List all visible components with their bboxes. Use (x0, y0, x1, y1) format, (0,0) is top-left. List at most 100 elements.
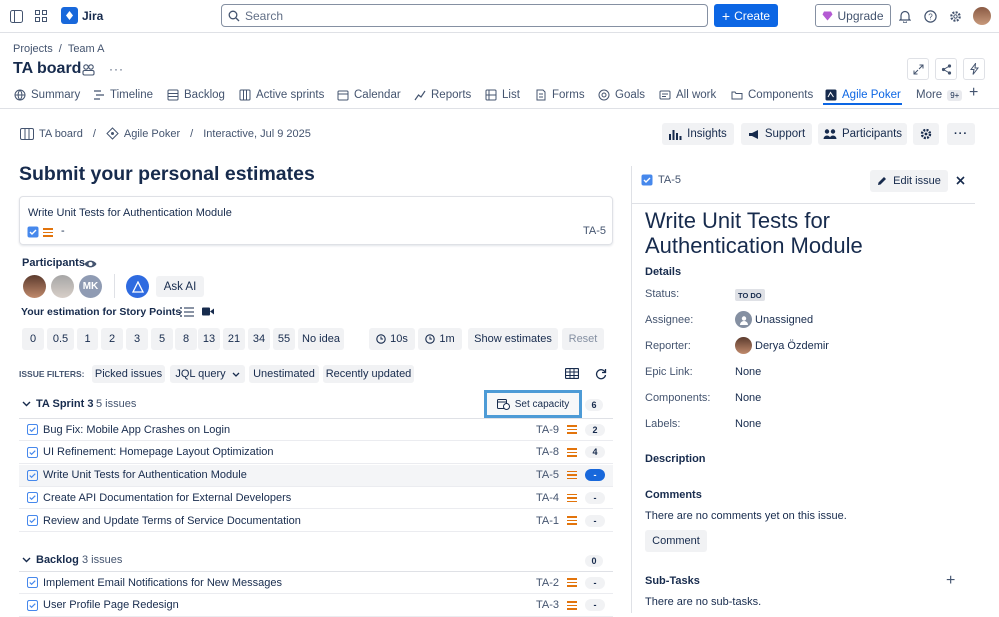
estimate-card[interactable]: 1 (77, 328, 98, 350)
filter-recently-updated[interactable]: Recently updated (323, 365, 414, 383)
team-icon[interactable] (81, 62, 96, 76)
issue-row[interactable]: Implement Email Notifications for New Me… (19, 572, 613, 594)
notifications-icon[interactable] (898, 9, 912, 23)
issue-row[interactable]: User Profile Page Redesign TA-3 - (19, 595, 613, 617)
edit-issue-label: Edit issue (893, 175, 941, 187)
current-issue-key[interactable]: TA-5 (583, 225, 606, 237)
tab-reports[interactable]: Reports (414, 86, 471, 104)
estimate-card[interactable]: 13 (198, 328, 220, 350)
issue-row[interactable]: Create API Documentation for External De… (19, 487, 613, 510)
eye-icon[interactable] (84, 259, 97, 269)
estimate-card[interactable]: 0.5 (47, 328, 74, 350)
show-estimates-button[interactable]: Show estimates (468, 328, 558, 350)
participants-button[interactable]: Participants (818, 123, 907, 145)
tab-goals[interactable]: Goals (598, 86, 645, 104)
lightning-icon[interactable] (963, 58, 985, 80)
help-icon[interactable]: ? (923, 9, 937, 23)
estimate-card[interactable]: 2 (101, 328, 123, 350)
more-actions-icon[interactable]: ··· (947, 123, 975, 145)
video-camera-icon[interactable] (202, 307, 214, 316)
tab-backlog[interactable]: Backlog (167, 86, 225, 104)
issue-row[interactable]: UI Refinement: Homepage Layout Optimizat… (19, 442, 613, 464)
tab-summary[interactable]: Summary (14, 86, 80, 104)
jira-logo-icon[interactable] (61, 7, 78, 24)
table-view-icon[interactable] (565, 368, 579, 379)
issue-key[interactable]: TA-9 (536, 424, 559, 436)
tab-calendar[interactable]: Calendar (337, 86, 401, 104)
tab-more[interactable]: More 9+ (916, 86, 963, 104)
support-button[interactable]: Support (741, 123, 812, 145)
chevron-down-icon[interactable] (22, 401, 31, 407)
user-avatar[interactable] (973, 7, 991, 25)
set-capacity-button[interactable]: Set capacity (484, 390, 582, 418)
issue-row[interactable]: Write Unit Tests for Authentication Modu… (19, 464, 613, 487)
estimate-card[interactable]: 34 (248, 328, 270, 350)
app-name[interactable]: Jira (82, 9, 103, 23)
participant-avatar-initials[interactable]: MK (79, 275, 102, 298)
ai-assistant-icon[interactable] (126, 275, 149, 298)
issue-row[interactable]: Review and Update Terms of Service Docum… (19, 510, 613, 533)
tab-active-sprints[interactable]: Active sprints (239, 86, 324, 104)
issue-key[interactable]: TA-4 (536, 492, 559, 504)
estimate-card[interactable]: 21 (223, 328, 245, 350)
chevron-down-icon[interactable] (22, 557, 31, 563)
share-icon[interactable] (935, 58, 957, 80)
refresh-icon[interactable] (595, 368, 607, 380)
upgrade-button[interactable]: Upgrade (815, 4, 891, 27)
add-tab-icon[interactable]: + (969, 84, 978, 102)
settings-gear-icon[interactable] (948, 9, 962, 23)
timer-10s-button[interactable]: 10s (369, 328, 415, 350)
participant-avatar[interactable] (51, 275, 74, 298)
issue-key[interactable]: TA-1 (536, 515, 559, 527)
sub-breadcrumb-board[interactable]: TA board (39, 128, 83, 140)
app-switcher-icon[interactable] (34, 9, 48, 23)
list-view-icon[interactable] (180, 307, 194, 317)
reporter-value[interactable]: Derya Özdemir (755, 340, 829, 352)
expand-icon[interactable] (907, 58, 929, 80)
issue-row[interactable]: Bug Fix: Mobile App Crashes on Login TA-… (19, 419, 613, 441)
current-issue-card[interactable]: Write Unit Tests for Authentication Modu… (19, 196, 613, 245)
timer-1m-button[interactable]: 1m (418, 328, 462, 350)
sub-breadcrumb-poker[interactable]: Agile Poker (124, 128, 180, 140)
estimate-card[interactable]: 5 (151, 328, 173, 350)
participant-avatar[interactable] (23, 275, 46, 298)
detail-issue-key-link[interactable]: TA-5 (641, 174, 681, 186)
breadcrumb-projects[interactable]: Projects (13, 43, 53, 55)
issue-key[interactable]: TA-2 (536, 577, 559, 589)
tab-timeline[interactable]: Timeline (93, 86, 153, 104)
labels-value[interactable]: None (735, 418, 761, 430)
comment-button[interactable]: Comment (645, 530, 707, 552)
assignee-value[interactable]: Unassigned (755, 314, 813, 326)
close-icon[interactable] (956, 176, 965, 185)
tab-all-work[interactable]: All work (659, 86, 716, 104)
tab-agile-poker[interactable]: Agile Poker (825, 86, 901, 104)
reset-button[interactable]: Reset (562, 328, 604, 350)
tab-list[interactable]: List (485, 86, 520, 104)
ask-ai-button[interactable]: Ask AI (156, 276, 204, 297)
status-badge[interactable]: TO DO (735, 289, 765, 301)
components-value[interactable]: None (735, 392, 761, 404)
search-input[interactable]: Search (221, 4, 708, 27)
more-options-icon[interactable]: ··· (109, 62, 124, 76)
estimate-card[interactable]: 3 (126, 328, 148, 350)
estimate-card[interactable]: 8 (175, 328, 197, 350)
estimate-card[interactable]: 55 (273, 328, 295, 350)
tab-forms[interactable]: Forms (535, 86, 585, 104)
estimate-card[interactable]: No idea (298, 328, 344, 350)
edit-issue-button[interactable]: Edit issue (870, 170, 948, 192)
filter-unestimated[interactable]: Unestimated (249, 365, 319, 383)
filter-jql-query[interactable]: JQL query (170, 365, 245, 383)
estimate-card[interactable]: 0 (22, 328, 44, 350)
create-button[interactable]: + Create (714, 4, 778, 27)
settings-button[interactable] (913, 123, 939, 145)
add-subtask-icon[interactable]: + (946, 572, 955, 590)
sidebar-toggle-icon[interactable] (9, 9, 23, 23)
insights-button[interactable]: Insights (662, 123, 734, 145)
tab-components[interactable]: Components (731, 86, 813, 104)
filter-picked-issues[interactable]: Picked issues (92, 365, 165, 383)
issue-key[interactable]: TA-3 (536, 599, 559, 611)
epic-link-value[interactable]: None (735, 366, 761, 378)
issue-key[interactable]: TA-8 (536, 446, 559, 458)
issue-key[interactable]: TA-5 (536, 469, 559, 481)
breadcrumb-team[interactable]: Team A (68, 43, 105, 55)
